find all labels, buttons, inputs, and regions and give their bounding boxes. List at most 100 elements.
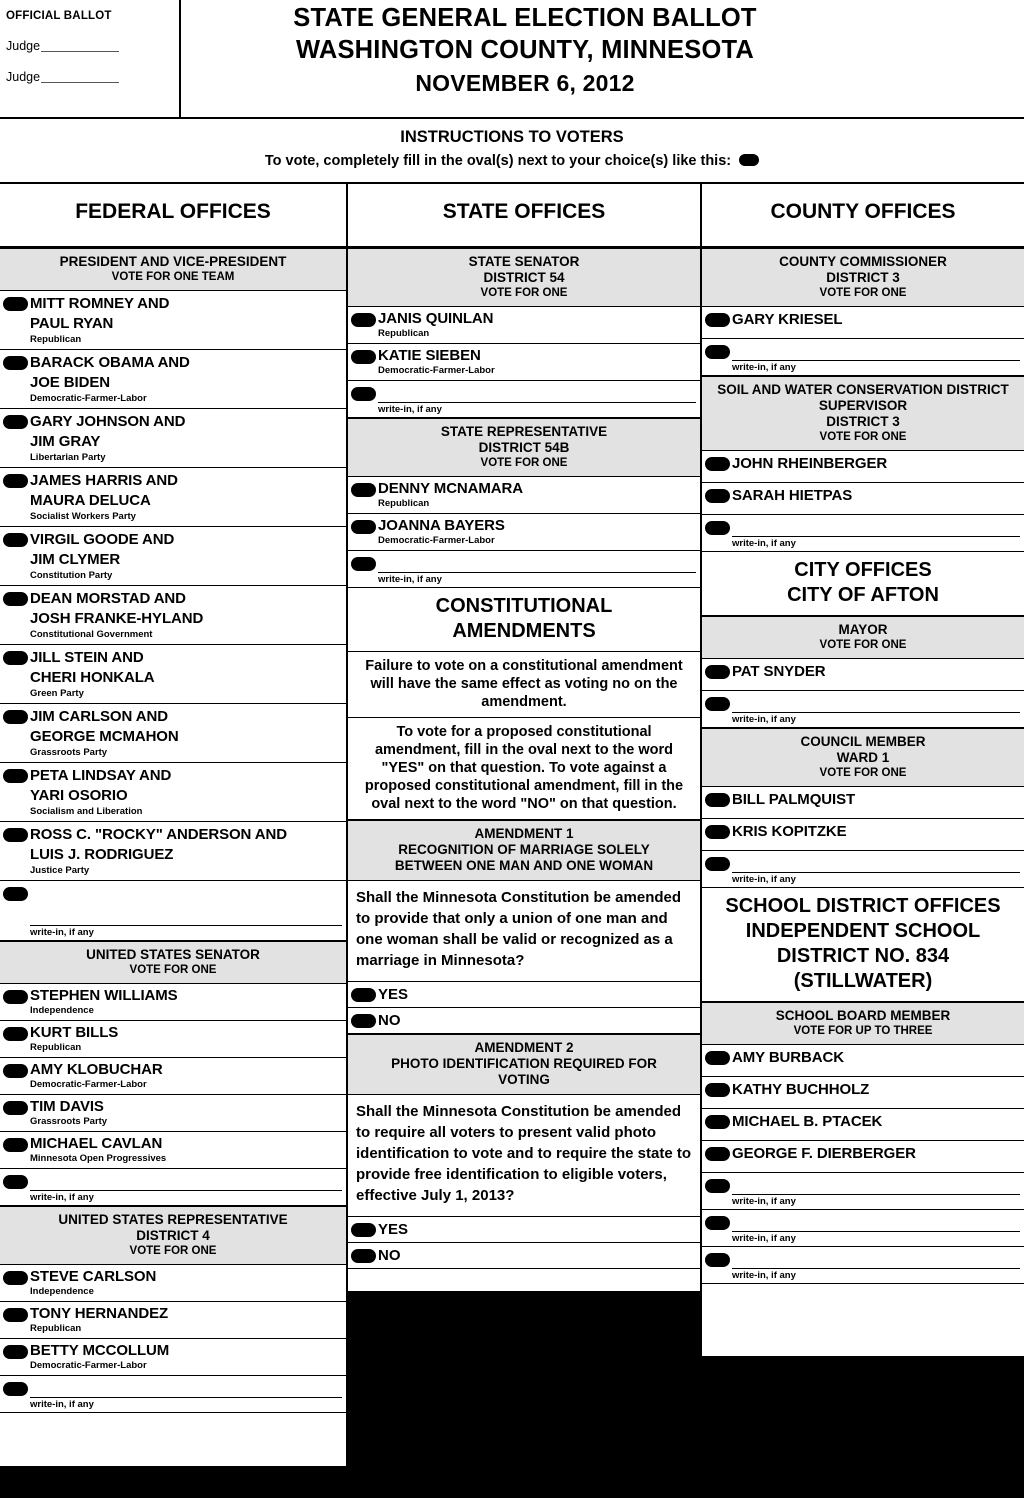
vote-oval[interactable] bbox=[3, 356, 28, 370]
candidate-row[interactable]: BILL PALMQUIST bbox=[702, 787, 1024, 819]
vote-oval[interactable] bbox=[705, 697, 730, 711]
write-in-line[interactable] bbox=[378, 551, 696, 573]
amendment-no-row[interactable]: NO bbox=[348, 1008, 700, 1034]
candidate-row[interactable]: JILL STEIN AND CHERI HONKALA Green Party bbox=[0, 645, 346, 704]
vote-oval[interactable] bbox=[3, 415, 28, 429]
write-in-row[interactable]: write-in, if any bbox=[702, 515, 1024, 552]
vote-oval[interactable] bbox=[3, 1064, 28, 1078]
write-in-row[interactable]: write-in, if any bbox=[702, 1173, 1024, 1210]
vote-oval[interactable] bbox=[705, 457, 730, 471]
write-in-line[interactable] bbox=[732, 851, 1020, 873]
candidate-row[interactable]: MICHAEL CAVLAN Minnesota Open Progressive… bbox=[0, 1132, 346, 1169]
vote-oval[interactable] bbox=[3, 1345, 28, 1359]
candidate-row[interactable]: KURT BILLS Republican bbox=[0, 1021, 346, 1058]
vote-oval[interactable] bbox=[705, 1179, 730, 1193]
candidate-row[interactable]: SARAH HIETPAS bbox=[702, 483, 1024, 515]
write-in-row[interactable]: write-in, if any bbox=[702, 339, 1024, 376]
vote-oval[interactable] bbox=[705, 825, 730, 839]
candidate-row[interactable]: KATHY BUCHHOLZ bbox=[702, 1077, 1024, 1109]
amendment-yes-row[interactable]: YES bbox=[348, 1217, 700, 1243]
vote-oval[interactable] bbox=[351, 557, 376, 571]
candidate-row[interactable]: KRIS KOPITZKE bbox=[702, 819, 1024, 851]
vote-oval[interactable] bbox=[705, 521, 730, 535]
candidate-row[interactable]: AMY KLOBUCHAR Democratic-Farmer-Labor bbox=[0, 1058, 346, 1095]
judge-line-2[interactable] bbox=[41, 71, 120, 83]
vote-oval[interactable] bbox=[3, 990, 28, 1004]
judge-line-1[interactable] bbox=[41, 40, 120, 52]
candidate-row[interactable]: GEORGE F. DIERBERGER bbox=[702, 1141, 1024, 1173]
vote-oval[interactable] bbox=[3, 769, 28, 783]
candidate-row[interactable]: JIM CARLSON AND GEORGE MCMAHON Grassroots … bbox=[0, 704, 346, 763]
write-in-line[interactable] bbox=[732, 1173, 1020, 1195]
vote-oval[interactable] bbox=[351, 1223, 376, 1237]
candidate-row[interactable]: BARACK OBAMA AND JOE BIDEN Democratic-Farm… bbox=[0, 350, 346, 409]
write-in-line[interactable] bbox=[30, 1376, 342, 1398]
vote-oval[interactable] bbox=[3, 1175, 28, 1189]
candidate-row[interactable]: AMY BURBACK bbox=[702, 1045, 1024, 1077]
write-in-row[interactable]: write-in, if any bbox=[702, 1247, 1024, 1284]
write-in-row[interactable]: write-in, if any bbox=[0, 1169, 346, 1206]
candidate-row[interactable]: ROSS C. "ROCKY" ANDERSON AND LUIS J. RODR… bbox=[0, 822, 346, 881]
write-in-row[interactable]: write-in, if any bbox=[702, 691, 1024, 728]
candidate-row[interactable]: BETTY MCCOLLUM Democratic-Farmer-Labor bbox=[0, 1339, 346, 1376]
vote-oval[interactable] bbox=[351, 1249, 376, 1263]
vote-oval[interactable] bbox=[3, 1027, 28, 1041]
vote-oval[interactable] bbox=[351, 483, 376, 497]
candidate-row[interactable]: DENNY MCNAMARA Republican bbox=[348, 477, 700, 514]
candidate-row[interactable]: JOHN RHEINBERGER bbox=[702, 451, 1024, 483]
candidate-row[interactable]: GARY KRIESEL bbox=[702, 307, 1024, 339]
write-in-line[interactable] bbox=[30, 881, 342, 926]
amendment-no-row[interactable]: NO bbox=[348, 1243, 700, 1269]
candidate-row[interactable]: STEVE CARLSON Independence bbox=[0, 1265, 346, 1302]
write-in-line[interactable] bbox=[378, 381, 696, 403]
write-in-row[interactable]: write-in, if any bbox=[702, 1210, 1024, 1247]
write-in-row[interactable]: write-in, if any bbox=[702, 851, 1024, 888]
vote-oval[interactable] bbox=[705, 313, 730, 327]
vote-oval[interactable] bbox=[705, 665, 730, 679]
vote-oval[interactable] bbox=[3, 887, 28, 901]
vote-oval[interactable] bbox=[3, 651, 28, 665]
vote-oval[interactable] bbox=[705, 489, 730, 503]
vote-oval[interactable] bbox=[3, 828, 28, 842]
vote-oval[interactable] bbox=[351, 520, 376, 534]
vote-oval[interactable] bbox=[351, 387, 376, 401]
amendment-yes-row[interactable]: YES bbox=[348, 982, 700, 1008]
candidate-row[interactable]: JAMES HARRIS AND MAURA DELUCA Socialist Wo… bbox=[0, 468, 346, 527]
write-in-row[interactable]: write-in, if any bbox=[0, 1376, 346, 1413]
candidate-row[interactable]: STEPHEN WILLIAMS Independence bbox=[0, 984, 346, 1021]
write-in-line[interactable] bbox=[732, 1247, 1020, 1269]
vote-oval[interactable] bbox=[3, 710, 28, 724]
vote-oval[interactable] bbox=[3, 1138, 28, 1152]
write-in-line[interactable] bbox=[732, 339, 1020, 361]
vote-oval[interactable] bbox=[3, 1308, 28, 1322]
candidate-row[interactable]: MICHAEL B. PTACEK bbox=[702, 1109, 1024, 1141]
vote-oval[interactable] bbox=[705, 1051, 730, 1065]
candidate-row[interactable]: JANIS QUINLAN Republican bbox=[348, 307, 700, 344]
write-in-row[interactable]: write-in, if any bbox=[348, 381, 700, 418]
vote-oval[interactable] bbox=[351, 350, 376, 364]
vote-oval[interactable] bbox=[3, 474, 28, 488]
write-in-line[interactable] bbox=[732, 515, 1020, 537]
vote-oval[interactable] bbox=[3, 1101, 28, 1115]
vote-oval[interactable] bbox=[705, 1147, 730, 1161]
candidate-row[interactable]: TIM DAVIS Grassroots Party bbox=[0, 1095, 346, 1132]
candidate-row[interactable]: PAT SNYDER bbox=[702, 659, 1024, 691]
candidate-row[interactable]: JOANNA BAYERS Democratic-Farmer-Labor bbox=[348, 514, 700, 551]
write-in-line[interactable] bbox=[30, 1169, 342, 1191]
candidate-row[interactable]: TONY HERNANDEZ Republican bbox=[0, 1302, 346, 1339]
candidate-row[interactable]: DEAN MORSTAD AND JOSH FRANKE-HYLAND Consti… bbox=[0, 586, 346, 645]
candidate-row[interactable]: MITT ROMNEY AND PAUL RYAN Republican bbox=[0, 291, 346, 350]
vote-oval[interactable] bbox=[705, 793, 730, 807]
vote-oval[interactable] bbox=[3, 592, 28, 606]
vote-oval[interactable] bbox=[3, 297, 28, 311]
vote-oval[interactable] bbox=[351, 313, 376, 327]
candidate-row[interactable]: GARY JOHNSON AND JIM GRAY Libertarian Part… bbox=[0, 409, 346, 468]
candidate-row[interactable]: KATIE SIEBEN Democratic-Farmer-Labor bbox=[348, 344, 700, 381]
write-in-line[interactable] bbox=[732, 1210, 1020, 1232]
vote-oval[interactable] bbox=[705, 857, 730, 871]
vote-oval[interactable] bbox=[705, 1083, 730, 1097]
write-in-row[interactable]: write-in, if any bbox=[0, 881, 346, 941]
candidate-row[interactable]: PETA LINDSAY AND YARI OSORIO Socialism and… bbox=[0, 763, 346, 822]
vote-oval[interactable] bbox=[3, 1382, 28, 1396]
vote-oval[interactable] bbox=[705, 1115, 730, 1129]
